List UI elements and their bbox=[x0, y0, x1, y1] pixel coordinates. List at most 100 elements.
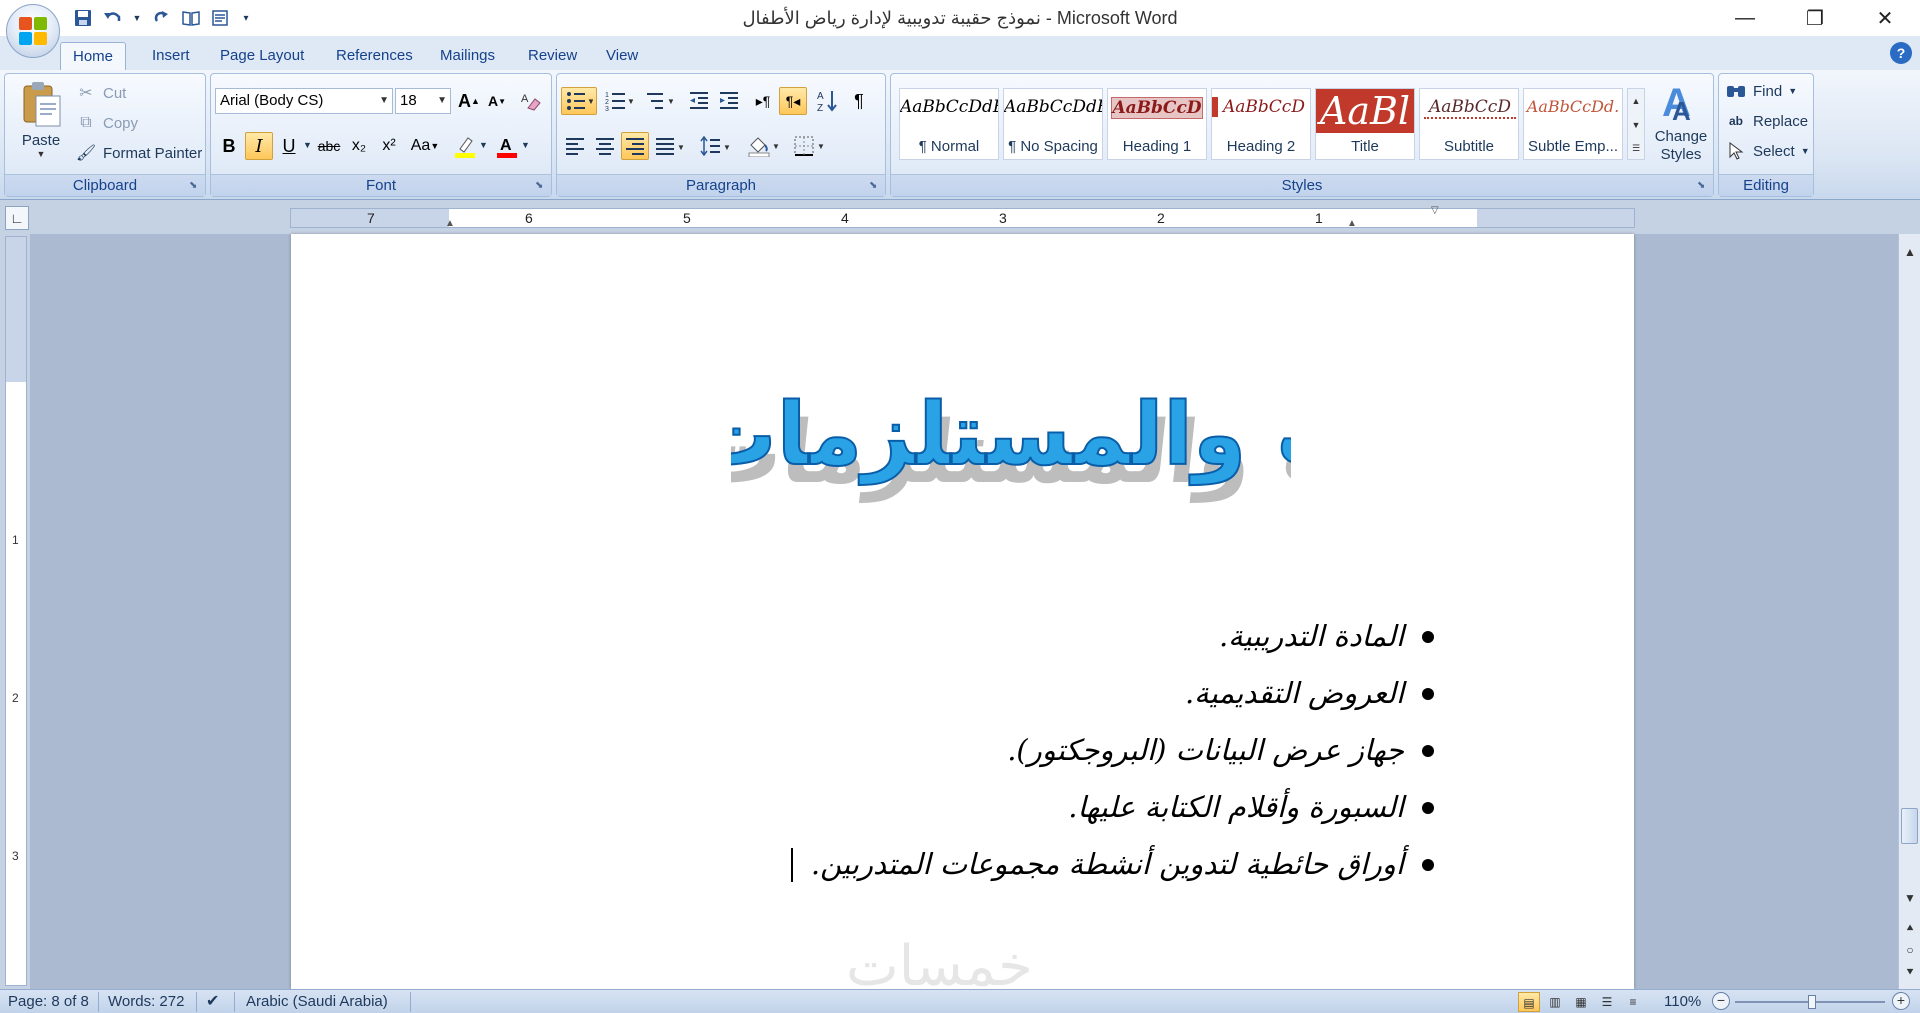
style-subtitle[interactable]: AaBbCcD Subtitle bbox=[1419, 88, 1519, 160]
style-subtle-emphasis[interactable]: AaBbCcDd. Subtle Emp... bbox=[1523, 88, 1623, 160]
tab-home[interactable]: Home bbox=[60, 42, 127, 70]
previous-page-icon[interactable]: ⯅ bbox=[1900, 918, 1920, 938]
next-page-icon[interactable]: ⯆ bbox=[1900, 962, 1920, 982]
document-page[interactable]: التجهيزات والمستلزمات التدريبية التجهيزا… bbox=[291, 234, 1634, 989]
styles-launcher-icon[interactable]: ⬊ bbox=[1697, 180, 1709, 192]
tab-references[interactable]: References bbox=[324, 42, 425, 70]
select-button[interactable]: Select ▼ bbox=[1725, 138, 1810, 164]
list-item[interactable]: جهاز عرض البيانات (البروجكتور). bbox=[791, 722, 1434, 779]
tab-selector-icon[interactable]: ∟ bbox=[5, 206, 29, 230]
format-painter-button[interactable]: 🖌 Format Painter bbox=[75, 140, 202, 166]
shading-button[interactable]: ▼ bbox=[743, 132, 783, 160]
vertical-scrollbar[interactable]: ▲ ▼ ⯅ ○ ⯆ bbox=[1898, 234, 1920, 989]
sort-button[interactable]: AZ bbox=[813, 87, 841, 115]
underline-button[interactable]: U bbox=[275, 132, 303, 160]
bullet-list[interactable]: المادة التدريبية. العروض التقديمية. جهاز… bbox=[790, 608, 1434, 893]
list-item[interactable]: أوراق حائطية لتدوين أنشطة مجموعات المتدر… bbox=[790, 836, 1434, 893]
decrease-indent-button[interactable] bbox=[685, 87, 713, 115]
subscript-button[interactable]: x₂ bbox=[345, 132, 373, 160]
copy-button[interactable]: ⧉ Copy bbox=[75, 110, 138, 136]
borders-button[interactable]: ▼ bbox=[789, 132, 829, 160]
horizontal-ruler[interactable]: 7 6 5 4 3 2 1 ▲ ▲ ▽ bbox=[290, 205, 1635, 229]
chevron-down-icon[interactable]: ▼ bbox=[521, 140, 530, 150]
font-color-button[interactable]: A bbox=[493, 132, 521, 160]
styles-gallery-scroll[interactable]: ▲ ▼ ☰ bbox=[1627, 88, 1645, 160]
tab-view[interactable]: View bbox=[594, 42, 650, 70]
justify-button[interactable]: ▼ bbox=[651, 132, 687, 160]
right-indent-marker-icon[interactable]: ▲ bbox=[1347, 218, 1357, 229]
browse-object-icon[interactable]: ○ bbox=[1900, 940, 1920, 960]
tab-mailings[interactable]: Mailings bbox=[428, 42, 507, 70]
style-heading-2[interactable]: AaBbCcD Heading 2 bbox=[1211, 88, 1311, 160]
word-count[interactable]: Words: 272 bbox=[108, 992, 184, 1012]
full-screen-reading-icon[interactable]: ▥ bbox=[1544, 992, 1566, 1012]
web-layout-icon[interactable]: ▦ bbox=[1570, 992, 1592, 1012]
font-name-combo[interactable]: Arial (Body CS) ▼ bbox=[215, 88, 393, 114]
proofing-icon[interactable]: ✔ bbox=[206, 992, 219, 1012]
zoom-slider-handle[interactable] bbox=[1808, 995, 1816, 1009]
rtl-button[interactable]: ¶◂ bbox=[779, 87, 807, 115]
tab-review[interactable]: Review bbox=[516, 42, 589, 70]
zoom-level[interactable]: 110% bbox=[1664, 992, 1701, 1012]
chevron-down-icon[interactable]: ▼ bbox=[479, 140, 488, 150]
left-indent-marker-icon[interactable]: ▲ bbox=[445, 218, 455, 229]
style-title[interactable]: AaBl Title bbox=[1315, 88, 1415, 160]
outline-view-icon[interactable]: ☰ bbox=[1596, 992, 1618, 1012]
zoom-in-icon[interactable]: + bbox=[1892, 992, 1910, 1010]
list-item[interactable]: السبورة وأقلام الكتابة عليها. bbox=[791, 779, 1434, 836]
help-icon[interactable]: ? bbox=[1890, 42, 1912, 64]
shrink-font-button[interactable]: A ▼ bbox=[483, 87, 511, 115]
find-button[interactable]: Find ▼ bbox=[1725, 78, 1797, 104]
line-spacing-button[interactable]: ▼ bbox=[697, 132, 733, 160]
list-item[interactable]: العروض التقديمية. bbox=[791, 665, 1434, 722]
change-styles-button[interactable]: AA Change Styles bbox=[1651, 78, 1711, 174]
page-count[interactable]: Page: 8 of 8 bbox=[8, 992, 89, 1012]
first-line-indent-marker-icon[interactable]: ▽ bbox=[1431, 205, 1439, 216]
scroll-thumb[interactable] bbox=[1901, 808, 1918, 844]
highlight-button[interactable] bbox=[451, 132, 479, 160]
list-item[interactable]: المادة التدريبية. bbox=[791, 608, 1434, 665]
bullets-button[interactable]: ▼ bbox=[561, 87, 597, 115]
wordart-title[interactable]: التجهيزات والمستلزمات التدريبية التجهيزا… bbox=[731, 354, 1291, 514]
print-layout-icon[interactable]: ▤ bbox=[1518, 992, 1540, 1012]
language-indicator[interactable]: Arabic (Saudi Arabia) bbox=[246, 992, 388, 1012]
draft-view-icon[interactable]: ≡ bbox=[1622, 992, 1644, 1012]
tab-page-layout[interactable]: Page Layout bbox=[208, 42, 316, 70]
align-left-button[interactable] bbox=[561, 132, 589, 160]
align-center-button[interactable] bbox=[591, 132, 619, 160]
more-icon[interactable]: ☰ bbox=[1628, 137, 1644, 159]
show-formatting-button[interactable]: ¶ bbox=[845, 87, 873, 115]
clipboard-launcher-icon[interactable]: ⬊ bbox=[189, 180, 201, 192]
clear-formatting-button[interactable]: A bbox=[517, 87, 545, 115]
style-normal[interactable]: AaBbCcDdE ¶ Normal bbox=[899, 88, 999, 160]
restore-button[interactable]: ❐ bbox=[1780, 0, 1850, 36]
grow-font-button[interactable]: A ▲ bbox=[455, 87, 483, 115]
align-right-button[interactable] bbox=[621, 132, 649, 160]
tab-insert[interactable]: Insert bbox=[140, 42, 202, 70]
chevron-down-icon[interactable]: ▼ bbox=[1628, 113, 1644, 137]
scroll-down-icon[interactable]: ▼ bbox=[1900, 888, 1920, 908]
italic-button[interactable]: I bbox=[245, 132, 273, 160]
paragraph-launcher-icon[interactable]: ⬊ bbox=[869, 180, 881, 192]
ltr-button[interactable]: ▸¶ bbox=[749, 87, 777, 115]
cut-button[interactable]: ✂ Cut bbox=[75, 80, 126, 106]
scroll-up-icon[interactable]: ▲ bbox=[1900, 242, 1920, 262]
strikethrough-button[interactable]: abc bbox=[315, 132, 343, 160]
font-launcher-icon[interactable]: ⬊ bbox=[535, 180, 547, 192]
style-no-spacing[interactable]: AaBbCcDdE ¶ No Spacing bbox=[1003, 88, 1103, 160]
change-case-button[interactable]: Aa ▼ bbox=[407, 132, 443, 160]
paste-button[interactable]: Paste ▼ bbox=[11, 78, 71, 168]
vertical-ruler[interactable]: 1 2 3 bbox=[5, 236, 27, 986]
chevron-up-icon[interactable]: ▲ bbox=[1628, 89, 1644, 113]
style-heading-1[interactable]: AaBbCcD Heading 1 bbox=[1107, 88, 1207, 160]
font-size-combo[interactable]: 18 ▼ bbox=[395, 88, 451, 114]
multilevel-list-button[interactable]: ▼ bbox=[641, 87, 677, 115]
increase-indent-button[interactable] bbox=[715, 87, 743, 115]
zoom-out-icon[interactable]: − bbox=[1712, 992, 1730, 1010]
close-button[interactable]: ✕ bbox=[1850, 0, 1920, 36]
minimize-button[interactable]: — bbox=[1710, 0, 1780, 36]
replace-button[interactable]: ab Replace bbox=[1725, 108, 1808, 134]
superscript-button[interactable]: x² bbox=[375, 132, 403, 160]
bold-button[interactable]: B bbox=[215, 132, 243, 160]
numbering-button[interactable]: 1 2 3 ▼ bbox=[601, 87, 637, 115]
